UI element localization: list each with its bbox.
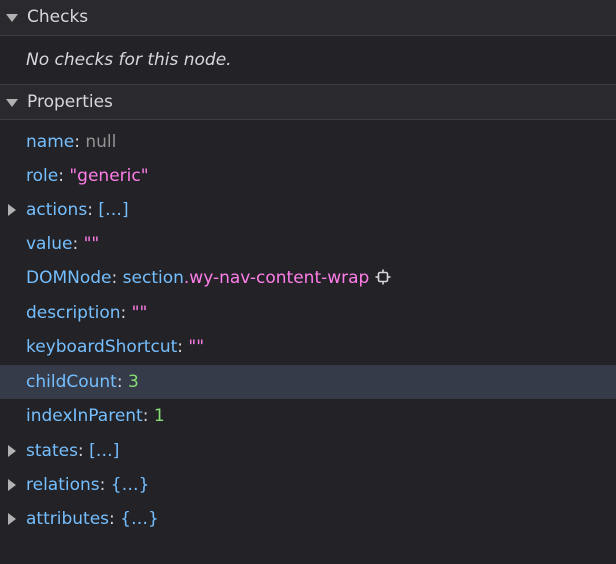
property-row-name[interactable]: name: null — [0, 125, 616, 159]
property-key: relations — [26, 475, 100, 495]
property-value: "generic" — [69, 166, 149, 186]
collapsed-twisty-icon[interactable] — [8, 204, 16, 216]
property-row-value[interactable]: value: "" — [0, 227, 616, 261]
property-row-indexinparent[interactable]: indexInParent: 1 — [0, 399, 616, 433]
property-value[interactable]: {…} — [111, 475, 150, 495]
property-row-domnode[interactable]: DOMNode: section.wy-nav-content-wrap — [0, 261, 616, 295]
property-row-attributes[interactable]: attributes: {…} — [0, 502, 616, 536]
checks-section-title: Checks — [27, 7, 89, 27]
property-row-role[interactable]: role: "generic" — [0, 159, 616, 193]
collapsed-twisty-icon[interactable] — [8, 445, 16, 457]
property-row-childcount[interactable]: childCount: 3 — [0, 365, 616, 399]
property-key: states — [26, 441, 78, 461]
property-value: 3 — [127, 372, 139, 392]
property-key: actions — [26, 200, 88, 220]
property-row-description[interactable]: description: "" — [0, 296, 616, 330]
property-value: "" — [188, 337, 205, 357]
checks-section-header[interactable]: Checks — [0, 0, 616, 36]
expanded-twisty-icon[interactable] — [6, 14, 18, 22]
property-key: attributes — [26, 509, 110, 529]
property-key: childCount — [26, 372, 117, 392]
property-key: indexInParent — [26, 406, 143, 426]
property-value: "" — [83, 234, 100, 254]
property-key: role — [26, 166, 59, 186]
select-node-icon[interactable] — [375, 263, 391, 285]
property-value: 1 — [153, 406, 165, 426]
expanded-twisty-icon[interactable] — [6, 99, 18, 107]
property-key: keyboardShortcut — [26, 337, 178, 357]
property-value[interactable]: […] — [98, 200, 128, 220]
dom-node-class[interactable]: .wy-nav-content-wrap — [184, 268, 369, 288]
property-key: description — [26, 303, 121, 323]
property-value[interactable]: {…} — [120, 509, 159, 529]
property-row-states[interactable]: states: […] — [0, 434, 616, 468]
property-key: DOMNode — [26, 268, 112, 288]
property-value: "" — [131, 303, 148, 323]
property-row-relations[interactable]: relations: {…} — [0, 468, 616, 502]
property-key: name — [26, 132, 75, 152]
property-value[interactable]: […] — [89, 441, 119, 461]
properties-section-title: Properties — [27, 92, 113, 112]
properties-section-header[interactable]: Properties — [0, 84, 616, 120]
property-key: value — [26, 234, 73, 254]
collapsed-twisty-icon[interactable] — [8, 479, 16, 491]
property-row-keyboardshortcut[interactable]: keyboardShortcut: "" — [0, 330, 616, 364]
checks-empty-message: No checks for this node. — [26, 50, 232, 70]
collapsed-twisty-icon[interactable] — [8, 513, 16, 525]
property-row-actions[interactable]: actions: […] — [0, 193, 616, 227]
property-value: null — [85, 132, 117, 152]
dom-node-tag[interactable]: section — [123, 268, 184, 288]
